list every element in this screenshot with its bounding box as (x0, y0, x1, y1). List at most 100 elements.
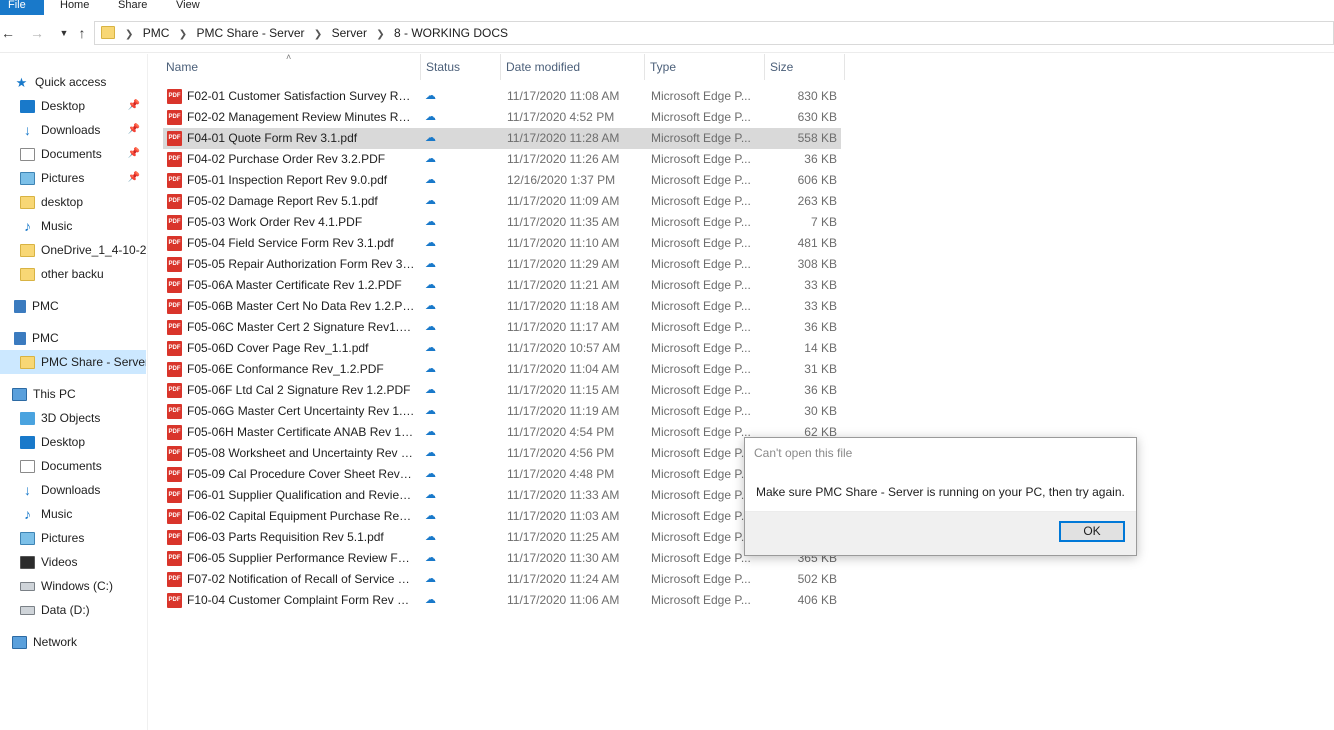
tab-share[interactable]: Share (118, 0, 147, 15)
file-type: Microsoft Edge P... (651, 278, 751, 292)
nav-pc-music[interactable]: ♪ Music (20, 502, 146, 526)
column-header-size[interactable]: Size (765, 54, 845, 80)
nav-documents[interactable]: Documents 📌 (20, 142, 146, 166)
nav-label: Data (D:) (41, 603, 90, 617)
file-row[interactable]: PDF F06-01 Supplier Qualification and Rev… (163, 485, 841, 506)
file-type: Microsoft Edge P... (651, 320, 751, 334)
nav-other-backu[interactable]: other backu (20, 262, 146, 286)
forward-arrow-icon[interactable]: → (29, 24, 45, 42)
file-name: F06-01 Supplier Qualification and Review… (187, 488, 415, 502)
nav-pc-pictures[interactable]: Pictures (20, 526, 146, 550)
column-header-status[interactable]: Status (421, 54, 501, 80)
file-row[interactable]: PDF F02-01 Customer Satisfaction Survey R… (163, 86, 841, 107)
breadcrumb-pmc[interactable]: PMC (143, 26, 170, 40)
nav-downloads[interactable]: ↓ Downloads 📌 (20, 118, 146, 142)
file-row[interactable]: PDF F05-09 Cal Procedure Cover Sheet Rev … (163, 464, 841, 485)
nav-data-d[interactable]: Data (D:) (20, 598, 146, 622)
folder-icon (20, 196, 35, 210)
file-row[interactable]: PDF F04-02 Purchase Order Rev 3.2.PDF ☁ 11/… (163, 149, 841, 170)
breadcrumb-pmc-share-server[interactable]: PMC Share - Server (196, 26, 304, 40)
nav-pmc-2[interactable]: PMC (14, 326, 146, 350)
file-name: F05-06A Master Certificate Rev 1.2.PDF (187, 278, 402, 292)
file-date-modified: 11/17/2020 11:10 AM (507, 236, 620, 250)
file-name: F05-04 Field Service Form Rev 3.1.pdf (187, 236, 394, 250)
pdf-file-icon: PDF (167, 320, 182, 335)
file-row[interactable]: PDF F10-04 Customer Complaint Form Rev 3.… (163, 590, 841, 611)
nav-label: Documents (41, 459, 102, 473)
file-row[interactable]: PDF F05-01 Inspection Report Rev 9.0.pdf ☁… (163, 170, 841, 191)
nav-label: PMC (32, 331, 59, 345)
file-row[interactable]: PDF F02-02 Management Review Minutes Rev.… (163, 107, 841, 128)
file-row[interactable]: PDF F05-04 Field Service Form Rev 3.1.pdf… (163, 233, 841, 254)
nav-pmc-share-server[interactable]: PMC Share - Server (0, 350, 146, 374)
nav-label: OneDrive_1_4-10-20 (41, 243, 146, 257)
nav-pc-desktop[interactable]: Desktop (20, 430, 146, 454)
file-date-modified: 11/17/2020 11:24 AM (507, 572, 620, 586)
pdf-file-icon: PDF (167, 530, 182, 545)
file-row[interactable]: PDF F05-06F Ltd Cal 2 Signature Rev 1.2.P… (163, 380, 841, 401)
nav-desktop[interactable]: Desktop 📌 (20, 94, 146, 118)
nav-pmc-1[interactable]: PMC (14, 294, 146, 318)
cloud-status-icon: ☁ (425, 573, 436, 585)
file-row[interactable]: PDF F06-02 Capital Equipment Purchase Rev… (163, 506, 841, 527)
folder-icon (20, 356, 35, 370)
nav-windows-c[interactable]: Windows (C:) (20, 574, 146, 598)
file-name: F05-06F Ltd Cal 2 Signature Rev 1.2.PDF (187, 383, 411, 397)
nav-this-pc[interactable]: This PC (12, 382, 146, 406)
tab-file[interactable]: File (0, 0, 44, 15)
breadcrumb-working-docs[interactable]: 8 - WORKING DOCS (394, 26, 508, 40)
nav-pc-documents[interactable]: Documents (20, 454, 146, 478)
file-row[interactable]: PDF F05-06B Master Cert No Data Rev 1.2.P… (163, 296, 841, 317)
nav-pc-downloads[interactable]: ↓ Downloads (20, 478, 146, 502)
nav-onedrive-folder[interactable]: OneDrive_1_4-10-20 (20, 238, 146, 262)
file-date-modified: 11/17/2020 11:33 AM (507, 488, 620, 502)
drive-icon (20, 606, 35, 616)
file-row[interactable]: PDF F07-02 Notification of Recall of Serv… (163, 569, 841, 590)
tab-home[interactable]: Home (60, 0, 89, 15)
chevron-right-icon[interactable]: ❯ (314, 29, 322, 40)
chevron-right-icon[interactable]: ❯ (376, 29, 384, 40)
file-date-modified: 11/17/2020 4:56 PM (507, 446, 615, 460)
file-row[interactable]: PDF F05-06H Master Certificate ANAB Rev 1… (163, 422, 841, 443)
nav-music[interactable]: ♪ Music (20, 214, 146, 238)
cloud-status-icon: ☁ (425, 426, 436, 438)
nav-quick-access[interactable]: ★ Quick access (14, 70, 146, 94)
file-name: F05-01 Inspection Report Rev 9.0.pdf (187, 173, 388, 187)
breadcrumb-server[interactable]: Server (332, 26, 367, 40)
file-row[interactable]: PDF F05-06G Master Cert Uncertainty Rev 1… (163, 401, 841, 422)
cloud-status-icon: ☁ (425, 384, 436, 396)
chevron-right-icon[interactable]: ❯ (125, 29, 133, 40)
pin-icon: 📌 (127, 148, 140, 159)
up-arrow-icon[interactable]: ↑ (74, 24, 90, 42)
file-row[interactable]: PDF F06-05 Supplier Performance Review Fo… (163, 548, 841, 569)
file-name: F05-06H Master Certificate ANAB Rev 1.0.… (187, 425, 415, 439)
back-arrow-icon[interactable]: ← (0, 24, 16, 42)
file-row[interactable]: PDF F05-06A Master Certificate Rev 1.2.PD… (163, 275, 841, 296)
ok-button[interactable]: OK (1059, 521, 1125, 542)
tab-view[interactable]: View (176, 0, 200, 15)
file-row[interactable]: PDF F04-01 Quote Form Rev 3.1.pdf ☁ 11/17/2… (163, 128, 841, 149)
file-row[interactable]: PDF F06-03 Parts Requisition Rev 5.1.pdf ☁… (163, 527, 841, 548)
music-note-icon: ♪ (24, 218, 31, 235)
nav-3d-objects[interactable]: 3D Objects (20, 406, 146, 430)
column-header-date-modified[interactable]: Date modified (501, 54, 645, 80)
nav-network[interactable]: Network (12, 630, 146, 654)
file-row[interactable]: PDF F05-03 Work Order Rev 4.1.PDF ☁ 11/17/2… (163, 212, 841, 233)
file-row[interactable]: PDF F05-05 Repair Authorization Form Rev … (163, 254, 841, 275)
file-row[interactable]: PDF F05-02 Damage Report Rev 5.1.pdf ☁ 11/1… (163, 191, 841, 212)
file-row[interactable]: PDF F05-08 Worksheet and Uncertainty Rev … (163, 443, 841, 464)
recent-locations-chevron-icon[interactable]: ▼ (56, 24, 72, 42)
file-row[interactable]: PDF F05-06D Cover Page Rev_1.1.pdf ☁ 11/17/… (163, 338, 841, 359)
file-row[interactable]: PDF F05-06E Conformance Rev_1.2.PDF ☁ 11/17… (163, 359, 841, 380)
nav-pc-videos[interactable]: Videos (20, 550, 146, 574)
column-header-type[interactable]: Type (645, 54, 765, 80)
nav-desktop-folder[interactable]: desktop (20, 190, 146, 214)
address-bar[interactable]: ❯ PMC ❯ PMC Share - Server ❯ Server ❯ 8 … (94, 21, 1334, 45)
pictures-icon (20, 532, 35, 546)
column-header-name[interactable]: Name (161, 54, 421, 80)
chevron-right-icon[interactable]: ❯ (179, 29, 187, 40)
file-row[interactable]: PDF F05-06C Master Cert 2 Signature Rev1.… (163, 317, 841, 338)
cloud-status-icon: ☁ (425, 153, 436, 165)
nav-pictures[interactable]: Pictures 📌 (20, 166, 146, 190)
cloud-status-icon: ☁ (425, 237, 436, 249)
